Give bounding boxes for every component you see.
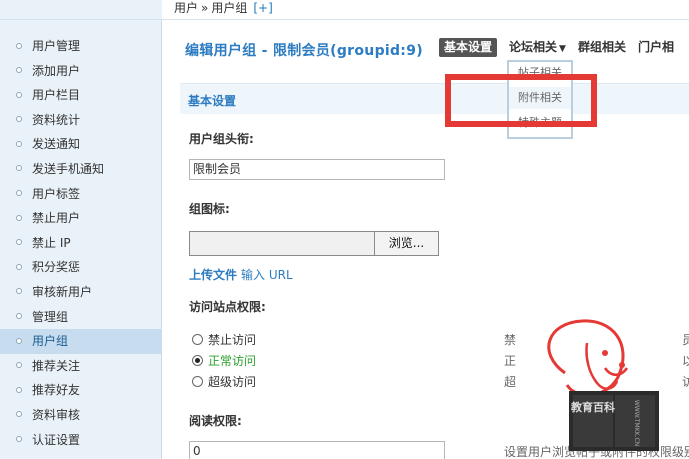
access-permission-label: 访问站点权限:: [189, 300, 266, 314]
tab-forum-related[interactable]: 论坛相关 ▼: [509, 38, 566, 57]
tab-portal-related[interactable]: 门户相: [638, 38, 674, 57]
sidebar-item-user-tags[interactable]: 用户标签: [0, 182, 161, 207]
bullet-icon: [16, 91, 22, 98]
sidebar-item-ban-ip[interactable]: 禁止 IP: [0, 231, 161, 256]
access-option-banned[interactable]: 禁止访问: [192, 332, 256, 348]
main-content: 编辑用户组 - 限制会员(groupid:9) 基本设置 论坛相关 ▼ 群组相关 门户相…: [162, 20, 689, 459]
radio-icon[interactable]: [192, 334, 203, 345]
breadcrumb-usergroup[interactable]: 用户组: [211, 1, 247, 15]
radio-icon[interactable]: [192, 376, 203, 387]
sidebar-item-review-new-users[interactable]: 审核新用户: [0, 280, 161, 305]
page-title: 编辑用户组 - 限制会员(groupid:9): [185, 43, 423, 59]
bullet-icon: [16, 116, 22, 123]
sidebar-item-ban-user[interactable]: 禁止用户: [0, 206, 161, 231]
group-icon-label: 组图标:: [189, 202, 230, 216]
bullet-icon: [16, 214, 22, 221]
bullet-icon: [16, 436, 22, 442]
bullet-icon: [16, 42, 22, 49]
bullet-icon: [16, 263, 22, 270]
sidebar-item-credit-rewards[interactable]: 积分奖惩: [0, 255, 161, 280]
breadcrumb-users[interactable]: 用户: [174, 1, 198, 15]
access-desc-super: 超: [504, 375, 517, 389]
settings-tabs: 基本设置 论坛相关 ▼ 群组相关 门户相: [439, 38, 686, 57]
sidebar-item-send-notice[interactable]: 发送通知: [0, 132, 161, 157]
bullet-icon: [16, 239, 22, 246]
bullet-icon: [16, 67, 22, 74]
upload-mode-links: 上传文件 输入 URL: [189, 266, 297, 283]
sidebar: 用户管理 添加用户 用户栏目 资料统计 发送通知 发送手机通知 用户标签 禁止用…: [0, 20, 162, 459]
bullet-icon: [16, 386, 22, 393]
caret-down-icon: ▼: [559, 44, 566, 54]
read-permission-input[interactable]: 0: [189, 441, 445, 459]
sidebar-item-user-management[interactable]: 用户管理: [0, 34, 161, 59]
access-option-normal[interactable]: 正常访问: [192, 353, 256, 369]
tab-group-related[interactable]: 群组相关: [578, 38, 626, 57]
dropdown-item-posts[interactable]: 帖子相关: [509, 62, 571, 84]
upload-file-link[interactable]: 上传文件: [189, 268, 237, 282]
input-url-link[interactable]: 输入 URL: [241, 268, 293, 282]
section-header: 基本设置: [180, 83, 689, 114]
bullet-icon: [16, 313, 22, 320]
sidebar-item-recommend-friends[interactable]: 推荐好友: [0, 378, 161, 403]
sidebar-item-profile-stats[interactable]: 资料统计: [0, 108, 161, 133]
forum-dropdown-menu: 帖子相关 附件相关 特殊主题: [507, 60, 573, 139]
browse-button[interactable]: 浏览...: [374, 231, 439, 256]
sidebar-item-recommend-follow[interactable]: 推荐关注: [0, 354, 161, 379]
far-desc-1: 员: [682, 333, 689, 347]
access-desc-normal: 正: [504, 354, 517, 368]
bullet-icon: [16, 190, 22, 197]
sidebar-item-user-columns[interactable]: 用户栏目: [0, 83, 161, 108]
tab-forum-label: 论坛相关: [509, 40, 558, 54]
bullet-icon: [16, 140, 22, 147]
access-option-super[interactable]: 超级访问: [192, 374, 256, 390]
tab-basic-settings[interactable]: 基本设置: [439, 38, 498, 57]
dropdown-item-special-topics[interactable]: 特殊主题: [509, 112, 571, 134]
bullet-icon: [16, 337, 22, 344]
access-desc-banned: 禁: [504, 333, 517, 347]
breadcrumb-separator: »: [201, 1, 209, 15]
group-title-label: 用户组头衔:: [189, 132, 254, 146]
sidebar-top-strip: [0, 0, 162, 20]
sidebar-item-admin-groups[interactable]: 管理组: [0, 305, 161, 330]
bullet-icon: [16, 362, 22, 369]
bullet-icon: [16, 165, 22, 172]
section-title: 基本设置: [188, 94, 237, 108]
sidebar-item-profile-review[interactable]: 资料审核: [0, 403, 161, 428]
read-permission-desc: 设置用户浏览帖子或附件的权限级别: [504, 445, 689, 459]
group-title-input[interactable]: 限制会员: [189, 159, 445, 180]
sidebar-item-send-sms[interactable]: 发送手机通知: [0, 157, 161, 182]
sidebar-item-add-user[interactable]: 添加用户: [0, 59, 161, 84]
sidebar-item-user-groups[interactable]: 用户组: [0, 329, 161, 354]
sidebar-item-verification[interactable]: 认证设置: [0, 428, 161, 453]
bullet-icon: [16, 288, 22, 295]
breadcrumb: 用户» 用户组 [+]: [162, 0, 689, 20]
far-desc-2: 以: [682, 354, 689, 368]
sidebar-menu: 用户管理 添加用户 用户栏目 资料统计 发送通知 发送手机通知 用户标签 禁止用…: [0, 34, 161, 452]
far-desc-3: 访: [682, 375, 689, 389]
bullet-icon: [16, 411, 22, 418]
dropdown-item-attachments[interactable]: 附件相关: [509, 87, 571, 109]
radio-checked-icon[interactable]: [192, 355, 203, 366]
read-permission-label: 阅读权限:: [189, 414, 242, 428]
add-usergroup-link[interactable]: [+]: [253, 1, 272, 15]
